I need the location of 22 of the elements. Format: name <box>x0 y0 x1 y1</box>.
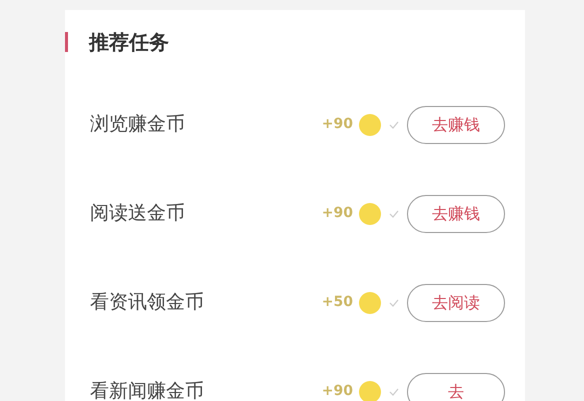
task-button[interactable]: 去阅读 <box>407 284 505 322</box>
task-name: 看资讯领金币 <box>90 290 205 316</box>
coin-icon <box>359 292 381 314</box>
reward-amount: +90 <box>322 204 353 223</box>
task-name: 浏览赚金币 <box>90 112 186 138</box>
task-button[interactable]: 去赚钱 <box>407 194 505 232</box>
check-icon <box>389 210 399 218</box>
task-button[interactable]: 去 <box>407 372 505 401</box>
check-icon <box>389 388 399 396</box>
accent-bar <box>65 32 68 52</box>
reward-amount: +90 <box>322 382 353 401</box>
task-name: 看新闻赚金币 <box>90 379 205 401</box>
coin-icon <box>359 114 381 136</box>
reward-amount: +90 <box>322 115 353 134</box>
task-name: 阅读送金币 <box>90 201 186 226</box>
task-button[interactable]: 去赚钱 <box>407 106 505 144</box>
reward-amount: +50 <box>322 293 353 312</box>
section-title: 推荐任务 <box>89 29 169 56</box>
check-icon <box>389 298 399 306</box>
coin-icon <box>359 380 381 401</box>
check-icon <box>389 120 399 128</box>
coin-icon <box>359 202 381 224</box>
